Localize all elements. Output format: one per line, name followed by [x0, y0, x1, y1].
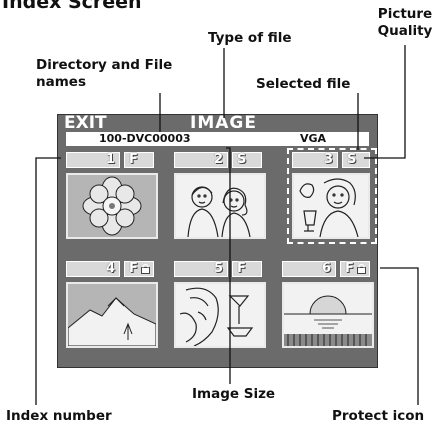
protect-icon [141, 263, 150, 274]
thumbnail-image-woman-portrait [174, 282, 266, 348]
thumbnail-image-flower [66, 173, 158, 239]
thumbnail-1[interactable]: 1 F [66, 151, 162, 240]
callout-picture-quality: Picture Quality [377, 6, 433, 39]
index-number: 6 [282, 261, 336, 277]
callout-type-of-file: Type of file [208, 30, 292, 46]
thumbnail-3[interactable]: 3 S [292, 151, 374, 240]
thumbnail-5[interactable]: 5 F [174, 260, 270, 349]
thumbnail-image-couple [174, 173, 266, 239]
page-heading: Index Screen [2, 0, 142, 13]
index-screen: EXIT IMAGE 100-DVC00003 VGA 1 F 2 S 3 S … [57, 114, 378, 368]
index-number: 5 [174, 261, 228, 277]
exit-label[interactable]: EXIT [64, 115, 107, 132]
thumbnail-4[interactable]: 4 F [66, 260, 162, 349]
directory-name: 100-DVC00003 [99, 132, 191, 145]
quality-badge: S [342, 152, 370, 168]
callout-directory-and-file-names: Directory and File names [36, 57, 173, 90]
callout-protect-icon: Protect icon [332, 408, 425, 424]
quality-badge: F [124, 152, 154, 168]
callout-index-number: Index number [6, 408, 112, 424]
quality-badge: S [232, 152, 262, 168]
thumbnail-6[interactable]: 6 F [282, 260, 377, 349]
index-number: 1 [66, 152, 120, 168]
thumbnail-image-woman-drinking [292, 173, 370, 239]
thumbnail-2[interactable]: 2 S [174, 151, 270, 240]
callout-selected-file: Selected file [256, 76, 351, 92]
thumbnail-image-sunset [282, 282, 374, 348]
quality-badge: F [232, 261, 262, 277]
thumbnail-image-mountain [66, 282, 158, 348]
protect-icon [357, 263, 366, 274]
directory-bar: 100-DVC00003 VGA [66, 132, 369, 146]
image-size-label: VGA [300, 132, 327, 145]
mode-label: IMAGE [190, 114, 257, 133]
index-number: 3 [292, 152, 338, 168]
callout-image-size: Image Size [192, 386, 276, 402]
index-number: 2 [174, 152, 228, 168]
index-number: 4 [66, 261, 120, 277]
